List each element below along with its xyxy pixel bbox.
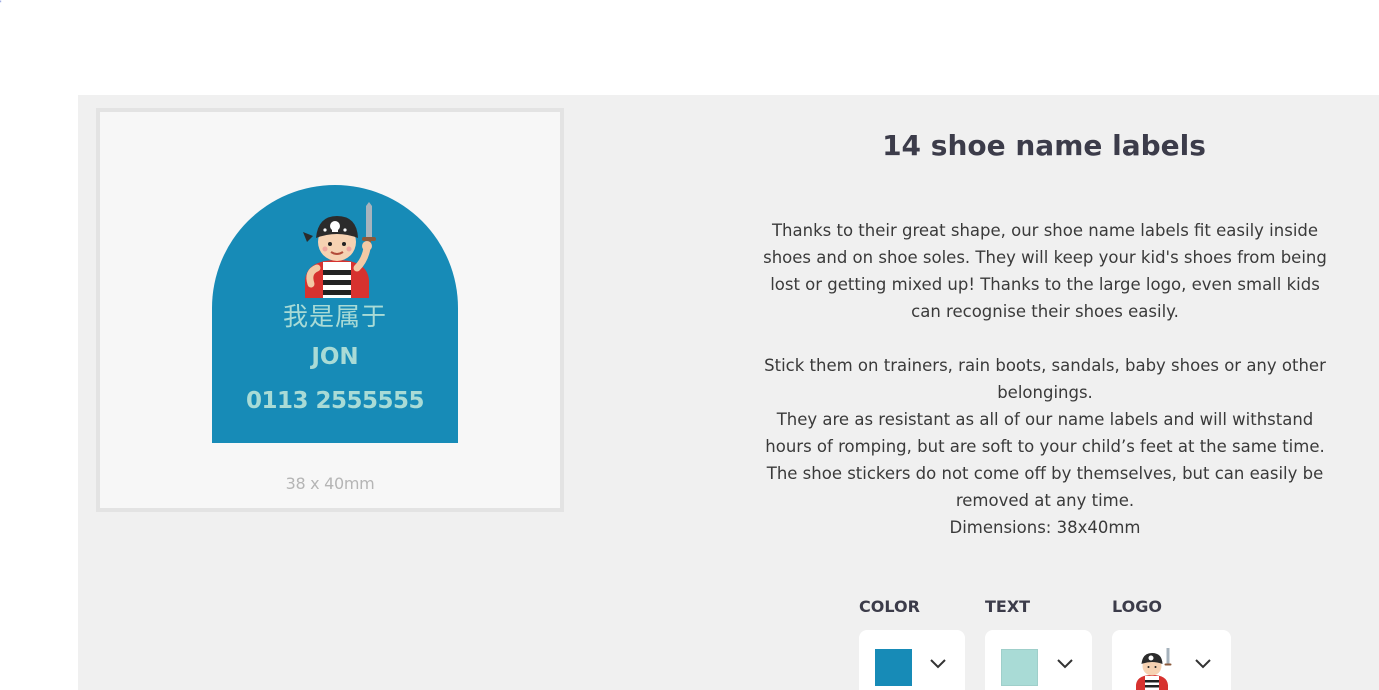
chevron-down-icon [1057,659,1073,669]
label-text-name: JON [311,344,359,370]
pirate-icon [1136,648,1172,690]
product-title: 14 shoe name labels [882,129,1206,162]
chevron-down-icon [1195,659,1211,669]
color-swatch [875,649,912,686]
text-color-select[interactable] [985,630,1092,690]
description-paragraph: They are as resistant as all of our name… [765,410,1325,510]
text-color-swatch [1001,649,1038,686]
logo-select[interactable] [1112,630,1231,690]
label-dimensions: 38 x 40mm [285,474,375,493]
color-option-label: COLOR [859,597,920,616]
corner-mark: ' [0,0,2,7]
product-description: Thanks to their great shape, our shoe na… [762,217,1328,541]
description-paragraph: Thanks to their great shape, our shoe na… [763,221,1327,321]
shoe-label-shape: 我是属于 JON 0113 2555555 [212,185,458,443]
product-panel: 我是属于 JON 0113 2555555 38 x 40mm 14 shoe … [78,95,1379,690]
text-option-label: TEXT [985,597,1031,616]
chevron-down-icon [930,659,946,669]
color-select[interactable] [859,630,965,690]
label-text-line1: 我是属于 [282,302,387,331]
pirate-icon [303,202,376,298]
description-paragraph: Dimensions: 38x40mm [949,518,1141,537]
label-text-phone: 0113 2555555 [245,388,425,414]
description-paragraph: Stick them on trainers, rain boots, sand… [764,356,1326,402]
label-preview: 我是属于 JON 0113 2555555 38 x 40mm [96,108,564,512]
logo-option-label: LOGO [1112,597,1162,616]
